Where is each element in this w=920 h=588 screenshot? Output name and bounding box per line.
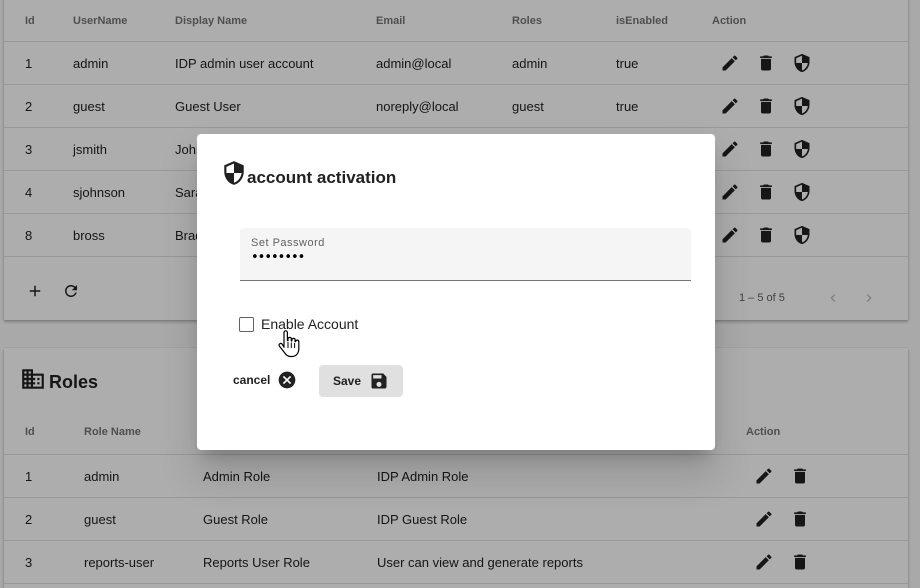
dialog-title: account activation xyxy=(221,158,396,188)
cancel-button-label: cancel xyxy=(233,373,271,387)
floppy-icon xyxy=(369,371,389,391)
cancel-button[interactable]: cancel xyxy=(233,370,297,390)
cancel-circle-icon xyxy=(277,370,297,390)
enable-account-label: Enable Account xyxy=(261,316,359,332)
account-activation-dialog: account activation Set Password Enable A… xyxy=(197,134,715,450)
set-password-label: Set Password xyxy=(251,237,325,249)
set-password-input[interactable] xyxy=(251,250,671,265)
hand-pointer-icon xyxy=(278,330,300,363)
save-button[interactable]: Save xyxy=(319,365,403,397)
enable-account-checkbox-box[interactable] xyxy=(239,316,254,332)
save-button-label: Save xyxy=(332,374,362,388)
set-password-field[interactable]: Set Password xyxy=(240,228,691,281)
dialog-title-text: account activation xyxy=(247,168,397,187)
shield-icon xyxy=(224,161,244,185)
